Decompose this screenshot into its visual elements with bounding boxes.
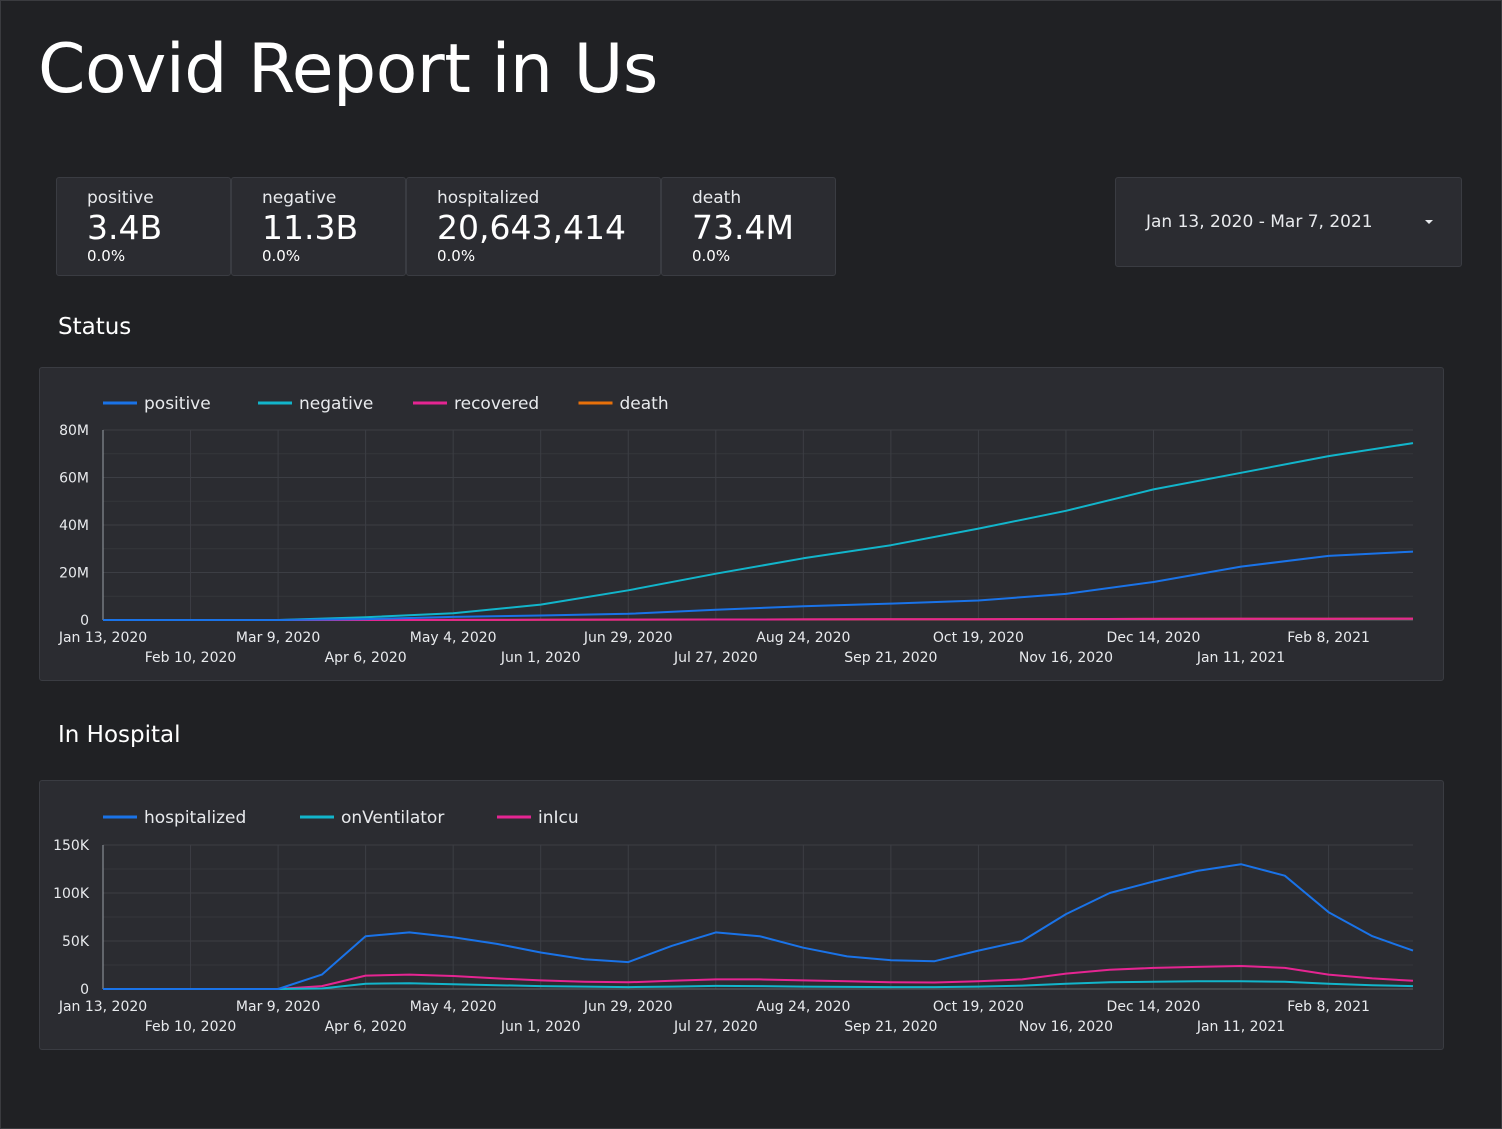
scorecard-label: negative xyxy=(262,188,337,208)
legend-label: negative xyxy=(299,394,373,414)
scorecard-delta: 0.0% xyxy=(437,247,476,265)
x-tick-label: Feb 8, 2021 xyxy=(1287,999,1370,1015)
scorecard-label: death xyxy=(692,188,742,208)
y-tick-label: 40M xyxy=(59,518,89,534)
x-tick-label: Jun 29, 2020 xyxy=(583,999,673,1015)
series-line-positive xyxy=(103,550,1414,621)
x-tick-label: Mar 9, 2020 xyxy=(236,999,320,1015)
x-tick-label: Oct 19, 2020 xyxy=(933,999,1024,1015)
y-tick-label: 60M xyxy=(59,471,89,487)
y-tick-label: 50K xyxy=(62,934,90,950)
x-tick-label: Sep 21, 2020 xyxy=(844,650,937,666)
scorecard-positive[interactable]: positive 3.4B 0.0% xyxy=(56,177,231,276)
y-tick-label: 0 xyxy=(80,613,89,629)
y-tick-label: 100K xyxy=(53,886,90,902)
x-tick-label: Jan 11, 2021 xyxy=(1196,1019,1285,1035)
scorecard-delta: 0.0% xyxy=(87,247,126,265)
x-tick-label: Dec 14, 2020 xyxy=(1107,630,1201,646)
status-chart: 0 20M 40M 60M 80M Jan 13, 2020 Mar 9, 2020 May … xyxy=(58,394,1414,666)
y-tick-label: 80M xyxy=(59,423,89,439)
scorecard-delta: 0.0% xyxy=(262,247,301,265)
x-tick-label: Feb 10, 2020 xyxy=(145,1019,237,1035)
scorecard-negative[interactable]: negative 11.3B 0.0% xyxy=(231,177,406,276)
series-line-hospitalized xyxy=(103,863,1414,990)
x-tick-label: Jan 11, 2021 xyxy=(1196,650,1285,666)
hospital-chart: 0 50K 100K 150K Jan 13, 2020 Mar 9, 2020 May 4… xyxy=(53,808,1414,1035)
x-tick-label: May 4, 2020 xyxy=(410,999,497,1015)
x-tick-label: Jul 27, 2020 xyxy=(673,1019,758,1035)
report-title: Covid Report in Us xyxy=(38,30,658,109)
legend-label: inIcu xyxy=(538,808,579,828)
scorecard-death[interactable]: death 73.4M 0.0% xyxy=(661,177,836,276)
legend-label: recovered xyxy=(454,394,539,414)
x-tick-label: Nov 16, 2020 xyxy=(1019,1019,1113,1035)
y-tick-label: 150K xyxy=(53,838,90,854)
x-tick-label: Jun 1, 2020 xyxy=(500,1019,581,1035)
hospital-chart-card: 0 50K 100K 150K Jan 13, 2020 Mar 9, 2020 May 4… xyxy=(39,780,1444,1050)
x-tick-label: Sep 21, 2020 xyxy=(844,1019,937,1035)
scorecard-label: positive xyxy=(87,188,154,208)
dropdown-caret-icon[interactable] xyxy=(1425,220,1433,224)
x-tick-label: Jul 27, 2020 xyxy=(673,650,758,666)
x-tick-label: Dec 14, 2020 xyxy=(1107,999,1201,1015)
series-line-negative xyxy=(103,442,1414,621)
x-tick-label: May 4, 2020 xyxy=(410,630,497,646)
x-tick-label: Aug 24, 2020 xyxy=(756,999,850,1015)
legend-label: positive xyxy=(144,394,211,414)
x-tick-label: Jun 29, 2020 xyxy=(583,630,673,646)
scorecard-delta: 0.0% xyxy=(692,247,731,265)
legend-label: onVentilator xyxy=(341,808,444,828)
x-tick-label: Jan 13, 2020 xyxy=(58,630,147,646)
hospital-section-title: In Hospital xyxy=(58,722,181,748)
x-tick-label: Jan 13, 2020 xyxy=(58,999,147,1015)
x-tick-label: Apr 6, 2020 xyxy=(325,1019,407,1035)
legend-label: hospitalized xyxy=(144,808,246,828)
x-tick-label: Jun 1, 2020 xyxy=(500,650,581,666)
scorecard-value: 73.4M xyxy=(692,208,794,247)
x-tick-label: Nov 16, 2020 xyxy=(1019,650,1113,666)
x-tick-label: Aug 24, 2020 xyxy=(756,630,850,646)
scorecard-value: 11.3B xyxy=(262,208,359,247)
scorecard-value: 3.4B xyxy=(87,208,163,247)
date-range-control[interactable]: Jan 13, 2020 - Mar 7, 2021 xyxy=(1115,177,1462,267)
x-tick-label: Mar 9, 2020 xyxy=(236,630,320,646)
x-tick-label: Oct 19, 2020 xyxy=(933,630,1024,646)
status-section-title: Status xyxy=(58,314,132,340)
y-tick-label: 0 xyxy=(80,982,89,998)
status-chart-card: 0 20M 40M 60M 80M Jan 13, 2020 Mar 9, 2020 May … xyxy=(39,367,1444,681)
x-tick-label: Feb 8, 2021 xyxy=(1287,630,1370,646)
scorecard-hospitalized[interactable]: hospitalized 20,643,414 0.0% xyxy=(406,177,661,276)
scorecard-value: 20,643,414 xyxy=(437,208,626,247)
y-tick-label: 20M xyxy=(59,566,89,582)
date-range-value: Jan 13, 2020 - Mar 7, 2021 xyxy=(1146,212,1373,232)
legend-label: death xyxy=(620,394,669,414)
x-tick-label: Feb 10, 2020 xyxy=(145,650,237,666)
x-tick-label: Apr 6, 2020 xyxy=(325,650,407,666)
scorecard-label: hospitalized xyxy=(437,188,540,208)
